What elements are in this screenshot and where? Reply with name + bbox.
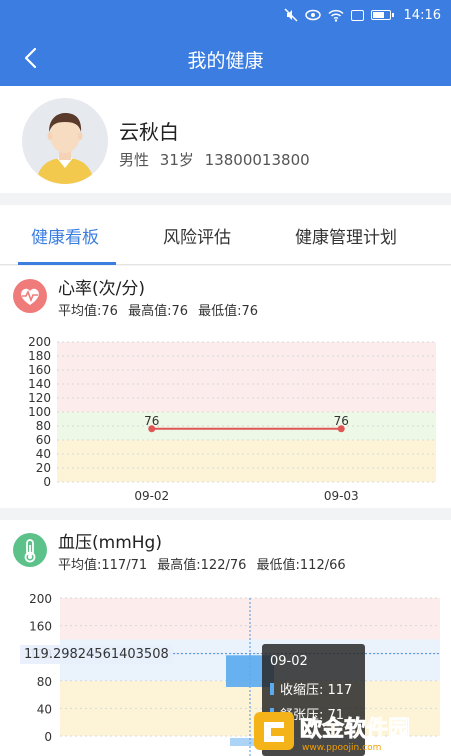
nav-bar: 我的健康 <box>0 30 451 86</box>
heart-rate-card: 心率(次/分) 平均值:76 最高值:76 最低值:76 200 180 160 14… <box>0 266 451 508</box>
heart-rate-stats: 平均值:76 最高值:76 最低值:76 <box>58 300 264 319</box>
tab-risk-assessment[interactable]: 风险评估 <box>163 223 231 248</box>
hr-y-tick: 20 <box>36 461 51 475</box>
tooltip-date: 09-02 <box>270 654 308 669</box>
blood-pressure-max: 最高值:122/76 <box>157 558 247 573</box>
bp-y-tick: 160 <box>29 620 52 634</box>
status-icons <box>284 8 394 22</box>
bp-y-tick: 40 <box>37 702 52 716</box>
systolic-swatch <box>270 683 274 695</box>
hr-y-tick: 140 <box>28 377 51 391</box>
hr-x-tick: 09-02 <box>134 489 169 503</box>
heart-rate-max: 最高值:76 <box>128 304 189 319</box>
heart-rate-min: 最低值:76 <box>198 304 259 319</box>
wifi-icon <box>328 9 344 22</box>
blood-pressure-title: 血压(mmHg) <box>58 533 162 553</box>
hr-band-2 <box>57 342 436 412</box>
watermark-graphic: 欧金软件园 www.ppoojin.com <box>254 712 410 753</box>
page-title: 我的健康 <box>187 50 264 72</box>
heart-rate-title: 心率(次/分) <box>58 279 145 299</box>
hr-y-tick: 200 <box>28 335 51 349</box>
status-time: 14:16 <box>403 8 441 23</box>
status-bar: 14:16 <box>0 0 451 30</box>
watermark-logo: 欧金软件园 www.ppoojin.com <box>252 708 446 754</box>
hr-y-tick: 180 <box>28 349 51 363</box>
blood-pressure-stats: 平均值:117/71 最高值:122/76 最低值:112/66 <box>58 554 352 573</box>
hr-y-tick: 40 <box>36 447 51 461</box>
bp-y-tick: 80 <box>37 675 52 689</box>
avatar[interactable] <box>22 98 108 184</box>
watermark-text: 欧金软件园 <box>300 716 410 742</box>
hr-y-tick: 80 <box>36 419 51 433</box>
user-phone: 13800013800 <box>204 151 310 169</box>
thermometer-glyph <box>24 539 36 563</box>
eye-icon <box>305 9 321 21</box>
user-info: 男性 31岁 13800013800 <box>119 149 316 170</box>
hr-data-label: 76 <box>334 414 349 428</box>
profile-card: 云秋白 男性 31岁 13800013800 <box>0 86 451 193</box>
hr-y-tick: 0 <box>43 475 51 489</box>
blood-pressure-min: 最低值:112/66 <box>256 558 346 573</box>
heart-rate-avg: 平均值:76 <box>58 304 118 319</box>
watermark-url: www.ppoojin.com <box>302 743 381 753</box>
user-name: 云秋白 <box>119 120 179 144</box>
thermometer-icon <box>13 533 47 567</box>
hr-x-tick: 09-03 <box>324 489 359 503</box>
blood-pressure-avg: 平均值:117/71 <box>58 558 148 573</box>
tab-health-plan[interactable]: 健康管理计划 <box>295 223 397 248</box>
user-age: 31岁 <box>159 151 194 169</box>
hr-data-label: 76 <box>144 414 159 428</box>
heart-pulse-icon <box>13 279 47 313</box>
tooltip-systolic-row: 收缩压: 117 <box>270 679 352 698</box>
hr-y-tick: 100 <box>28 405 51 419</box>
bp-y-tick: 0 <box>44 730 52 744</box>
heart-rate-chart[interactable]: 20018016014012010080604020076 7609-02 09-0… <box>0 334 451 508</box>
hr-band-0 <box>57 440 436 482</box>
user-gender: 男性 <box>119 151 150 169</box>
battery-icon <box>371 10 394 20</box>
hr-y-tick: 160 <box>28 363 51 377</box>
mute-icon <box>284 8 298 22</box>
user-avatar-icon <box>22 98 108 184</box>
hr-y-tick: 60 <box>36 433 51 447</box>
hr-y-tick: 120 <box>28 391 51 405</box>
tooltip-systolic: 收缩压: 117 <box>280 683 353 698</box>
tab-health-dashboard[interactable]: 健康看板 <box>31 223 99 248</box>
notification-icon <box>351 9 364 21</box>
bp-y-tick: 200 <box>29 592 52 606</box>
crosshair-value-label: 119.29824561403508 <box>20 645 173 664</box>
heart-pulse-glyph <box>21 288 39 305</box>
active-tab-indicator <box>18 262 116 265</box>
tab-bar: 健康看板 风险评估 健康管理计划 <box>0 205 451 265</box>
